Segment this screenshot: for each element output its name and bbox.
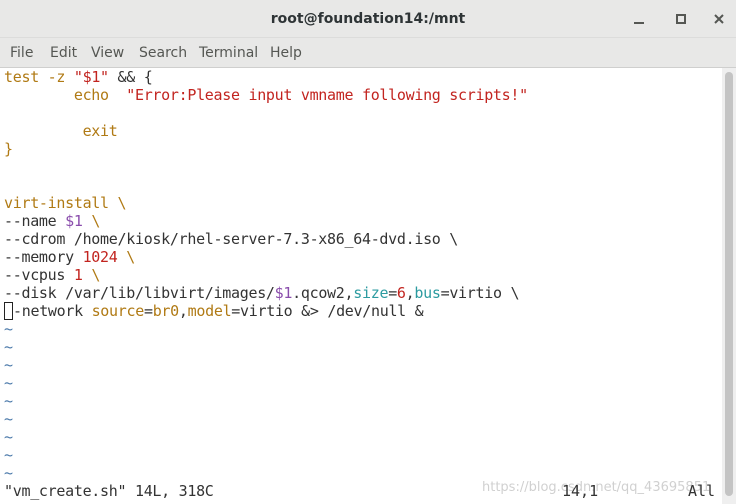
empty-line-tilde: ~ [4,428,13,446]
empty-line-tilde: ~ [4,392,13,410]
empty-line-tilde: ~ [4,356,13,374]
code-token: bus [414,284,441,302]
code-token: --disk /var/lib/libvirt/images/ [4,284,275,302]
code-token: , [178,302,188,320]
code-token: 1 [73,266,83,284]
code-line-12: --vcpus 1 \ [4,266,100,284]
code-token: "$1" [73,68,109,86]
code-line-13: --disk /var/lib/libvirt/images/$1.qcow2,… [4,284,519,302]
maximize-button[interactable] [670,8,692,30]
code-token: } [4,140,13,158]
close-icon [714,14,724,24]
menu-view[interactable]: View [91,38,124,68]
window-title: root@foundation14:/mnt [270,11,466,27]
code-token: "Error:Please input vmname following scr… [126,86,528,104]
code-token: && { [108,68,153,86]
empty-line-tilde: ~ [4,464,13,482]
code-line-5: } [4,140,13,158]
status-file-info: "vm_create.sh" 14L, 318C [4,482,214,500]
status-cursor-position: 14,1 [562,482,599,500]
code-token: exit [4,122,118,140]
terminal-window: root@foundation14:/mnt File Edit View Se… [0,0,736,504]
code-token: model [187,302,232,320]
menu-help[interactable]: Help [270,38,302,68]
code-token: 1024 [82,248,118,266]
code-token: $1 [274,284,293,302]
code-token: =virtio &> /dev/null & [231,302,424,320]
text-cursor [4,302,13,320]
title-bar[interactable]: root@foundation14:/mnt [0,0,736,38]
code-token: -network [13,302,92,320]
menu-edit[interactable]: Edit [50,38,77,68]
minimize-icon [634,22,644,24]
code-line-10: --cdrom /home/kiosk/rhel-server-7.3-x86_… [4,230,458,248]
code-token: --name [4,212,66,230]
code-token: --memory [4,248,83,266]
code-token: = [388,284,397,302]
menu-bar: File Edit View Search Terminal Help [0,38,736,68]
code-token: \ [82,212,101,230]
code-line-8: virt-install \ [4,194,127,212]
code-token: --vcpus [4,266,74,284]
code-token: .qcow2, [292,284,354,302]
code-token: 6 [396,284,406,302]
code-token: echo [4,86,127,104]
status-scroll-indicator: All [688,482,716,500]
code-line-9: --name $1 \ [4,212,100,230]
vertical-scrollbar[interactable] [722,68,736,504]
empty-line-tilde: ~ [4,410,13,428]
code-token: br0 [152,302,180,320]
code-line-1: test -z "$1" && { [4,68,153,86]
code-token: =virtio \ [440,284,520,302]
scrollbar-thumb[interactable] [725,72,733,496]
code-line-2: echo "Error:Please input vmname followin… [4,86,528,104]
code-token: $1 [65,212,83,230]
code-line-4: exit [4,122,118,140]
code-line-11: --memory 1024 \ [4,248,135,266]
empty-line-tilde: ~ [4,446,13,464]
empty-line-tilde: ~ [4,338,13,356]
code-token: size [353,284,389,302]
code-token: virt-install \ [4,194,127,212]
terminal-content[interactable]: test -z "$1" && { echo "Error:Please inp… [0,68,722,504]
code-token: = [143,302,153,320]
menu-file[interactable]: File [10,38,33,68]
code-token: \ [82,266,101,284]
code-line-14: -network source=br0,model=virtio &> /dev… [4,302,424,320]
menu-terminal[interactable]: Terminal [199,38,258,68]
code-token: \ [117,248,135,266]
menu-search[interactable]: Search [139,38,187,68]
code-token: source [91,302,145,320]
code-token: test -z [4,68,74,86]
empty-line-tilde: ~ [4,320,13,338]
minimize-button[interactable] [628,8,650,30]
code-token: --cdrom /home/kiosk/rhel-server-7.3-x86_… [4,230,459,248]
maximize-icon [676,14,686,24]
close-button[interactable] [708,8,730,30]
empty-line-tilde: ~ [4,374,13,392]
